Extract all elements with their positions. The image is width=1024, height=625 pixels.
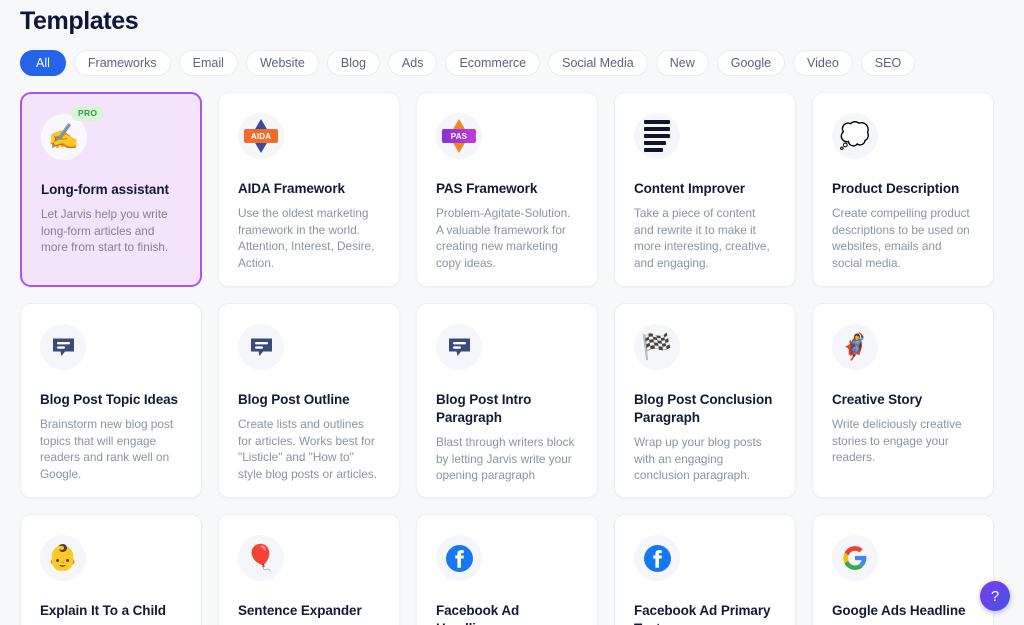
card-icon-wrap: ✍️ PRO	[41, 106, 105, 160]
card-title: AIDA Framework	[238, 181, 345, 196]
template-card[interactable]: Blog Post Outline Create lists and outlin…	[218, 303, 400, 498]
card-title: Blog Post Intro Paragraph	[436, 392, 532, 425]
filter-pill-video[interactable]: Video	[793, 50, 853, 76]
baby-emoji: 👶	[47, 543, 79, 572]
facebook-icon	[445, 544, 473, 572]
help-button[interactable]: ?	[980, 581, 1010, 611]
card-description: Create lists and outlines for articles. …	[238, 417, 377, 481]
template-card[interactable]: Google Ads Headline	[812, 514, 994, 625]
card-icon-wrap: 👶	[40, 535, 86, 581]
card-icon-wrap: 🏁	[634, 324, 680, 370]
chequered-flag-emoji: 🏁	[641, 332, 673, 361]
card-title: Facebook Ad Headline	[436, 603, 520, 625]
card-icon-wrap	[436, 535, 482, 581]
template-card[interactable]: Blog Post Topic Ideas Brainstorm new blog…	[20, 303, 202, 498]
card-icon-wrap: 💭	[832, 113, 878, 159]
filter-pill-all[interactable]: All	[20, 50, 66, 76]
facebook-icon	[643, 544, 671, 572]
filter-pill-blog[interactable]: Blog	[326, 50, 380, 76]
filter-pill-ads[interactable]: Ads	[387, 50, 438, 76]
card-icon-wrap: 🦸‍♀️	[832, 324, 878, 370]
speech-bubble-icon	[249, 335, 274, 359]
filter-pill-frameworks[interactable]: Frameworks	[73, 50, 171, 76]
filter-pill-website[interactable]: Website	[245, 50, 319, 76]
thought-balloon-emoji: 💭	[839, 121, 871, 150]
template-card[interactable]: PAS PAS Framework Problem-Agitate-Solution…	[416, 92, 598, 287]
template-card[interactable]: Facebook Ad Headline	[416, 514, 598, 625]
card-description: Wrap up your blog posts with an engaging…	[634, 435, 762, 482]
balloon-emoji: 🎈	[245, 543, 277, 572]
card-title: Sentence Expander	[238, 603, 362, 618]
filter-pill-google[interactable]: Google	[716, 50, 786, 76]
template-card[interactable]: 👶 Explain It To a Child	[20, 514, 202, 625]
text-lines-icon	[644, 119, 670, 153]
card-icon-wrap	[436, 324, 482, 370]
template-card[interactable]: Facebook Ad Primary Text	[614, 514, 796, 625]
template-card[interactable]: 💭 Product Description Create compelling pr…	[812, 92, 994, 287]
card-title: Facebook Ad Primary Text	[634, 603, 771, 625]
template-card[interactable]: 🎈 Sentence Expander	[218, 514, 400, 625]
superhero-emoji: 🦸‍♀️	[839, 332, 871, 361]
filter-pill-email[interactable]: Email	[178, 50, 238, 76]
card-icon-wrap	[40, 324, 86, 370]
templates-page: Templates All Frameworks Email Website Blog A…	[0, 0, 1024, 625]
template-card[interactable]: AIDA AIDA Framework Use the oldest marketi…	[218, 92, 400, 287]
card-description: Use the oldest marketing framework in th…	[238, 206, 375, 270]
card-title: Long-form assistant	[41, 182, 169, 197]
card-icon-wrap	[634, 535, 680, 581]
card-description: Let Jarvis help you write long-form arti…	[41, 207, 169, 254]
filter-pill-social-media[interactable]: Social Media	[548, 50, 648, 76]
template-card[interactable]: 🏁 Blog Post Conclusion Paragraph Wrap up y…	[614, 303, 796, 498]
pro-badge: PRO	[71, 106, 105, 121]
card-title: Content Improver	[634, 181, 745, 196]
writing-hand-emoji: ✍️	[48, 122, 80, 151]
card-title: Blog Post Outline	[238, 392, 350, 407]
card-description: Take a piece of content and rewrite it t…	[634, 206, 770, 270]
filter-bar: All Frameworks Email Website Blog Ads Ecommerc…	[20, 50, 1004, 76]
template-card[interactable]: Content Improver Take a piece of content …	[614, 92, 796, 287]
card-icon-wrap	[238, 324, 284, 370]
template-card[interactable]: ✍️ PRO Long-form assistant Let Jarvis help …	[20, 92, 202, 287]
google-icon	[842, 545, 868, 571]
card-title: Blog Post Topic Ideas	[40, 392, 178, 407]
filter-pill-seo[interactable]: SEO	[860, 50, 916, 76]
card-icon-wrap: AIDA	[238, 113, 284, 159]
card-icon-wrap: PAS	[436, 113, 482, 159]
card-description: Create compelling product descriptions t…	[832, 206, 970, 270]
speech-bubble-icon	[51, 335, 76, 359]
card-title: Explain It To a Child	[40, 603, 166, 618]
template-card[interactable]: Blog Post Intro Paragraph Blast through w…	[416, 303, 598, 498]
card-icon-wrap	[832, 535, 878, 581]
card-title: Creative Story	[832, 392, 923, 407]
filter-pill-new[interactable]: New	[655, 50, 709, 76]
card-description: Brainstorm new blog post topics that wil…	[40, 417, 174, 481]
card-title: PAS Framework	[436, 181, 538, 196]
pas-badge-icon: PAS	[442, 119, 476, 153]
card-title: Google Ads Headline	[832, 603, 966, 618]
templates-grid: ✍️ PRO Long-form assistant Let Jarvis help …	[20, 92, 1004, 625]
card-description: Problem-Agitate-Solution. A valuable fra…	[436, 206, 571, 270]
filter-pill-ecommerce[interactable]: Ecommerce	[445, 50, 541, 76]
card-title: Product Description	[832, 181, 960, 196]
card-icon-wrap	[634, 113, 680, 159]
card-title: Blog Post Conclusion Paragraph	[634, 392, 773, 425]
card-description: Write deliciously creative stories to en…	[832, 417, 962, 464]
template-card[interactable]: 🦸‍♀️ Creative Story Write deliciously crea…	[812, 303, 994, 498]
speech-bubble-icon	[447, 335, 472, 359]
card-icon-wrap: 🎈	[238, 535, 284, 581]
page-title: Templates	[20, 7, 139, 35]
card-description: Blast through writers block by letting J…	[436, 435, 575, 482]
aida-badge-icon: AIDA	[244, 119, 278, 153]
